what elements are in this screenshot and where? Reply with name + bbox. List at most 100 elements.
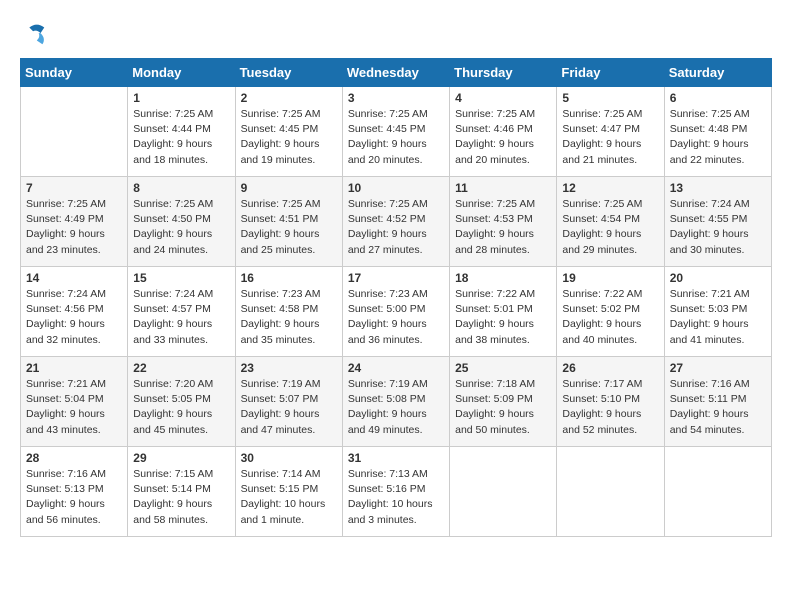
calendar-week-row: 28 Sunrise: 7:16 AM Sunset: 5:13 PM Dayli… <box>21 447 772 537</box>
day-header-thursday: Thursday <box>450 59 557 87</box>
calendar-cell: 9 Sunrise: 7:25 AM Sunset: 4:51 PM Daylig… <box>235 177 342 267</box>
cell-content: Sunrise: 7:23 AM Sunset: 4:58 PM Dayligh… <box>241 287 337 348</box>
calendar-cell: 27 Sunrise: 7:16 AM Sunset: 5:11 PM Dayli… <box>664 357 771 447</box>
cell-content: Sunrise: 7:25 AM Sunset: 4:51 PM Dayligh… <box>241 197 337 258</box>
calendar-week-row: 14 Sunrise: 7:24 AM Sunset: 4:56 PM Dayli… <box>21 267 772 357</box>
cell-content: Sunrise: 7:25 AM Sunset: 4:47 PM Dayligh… <box>562 107 658 168</box>
day-number: 16 <box>241 271 337 285</box>
cell-content: Sunrise: 7:20 AM Sunset: 5:05 PM Dayligh… <box>133 377 229 438</box>
day-header-monday: Monday <box>128 59 235 87</box>
calendar-cell: 3 Sunrise: 7:25 AM Sunset: 4:45 PM Daylig… <box>342 87 449 177</box>
cell-content: Sunrise: 7:25 AM Sunset: 4:46 PM Dayligh… <box>455 107 551 168</box>
calendar-cell: 1 Sunrise: 7:25 AM Sunset: 4:44 PM Daylig… <box>128 87 235 177</box>
cell-content: Sunrise: 7:24 AM Sunset: 4:57 PM Dayligh… <box>133 287 229 348</box>
cell-content: Sunrise: 7:25 AM Sunset: 4:49 PM Dayligh… <box>26 197 122 258</box>
calendar-cell: 4 Sunrise: 7:25 AM Sunset: 4:46 PM Daylig… <box>450 87 557 177</box>
day-header-wednesday: Wednesday <box>342 59 449 87</box>
calendar-cell: 17Sunrise: 7:23 AM Sunset: 5:00 PM Dayli… <box>342 267 449 357</box>
cell-content: Sunrise: 7:25 AM Sunset: 4:54 PM Dayligh… <box>562 197 658 258</box>
calendar-cell: 28 Sunrise: 7:16 AM Sunset: 5:13 PM Dayli… <box>21 447 128 537</box>
day-number: 10 <box>348 181 444 195</box>
cell-content: Sunrise: 7:25 AM Sunset: 4:44 PM Dayligh… <box>133 107 229 168</box>
calendar-cell <box>450 447 557 537</box>
cell-content: Sunrise: 7:14 AM Sunset: 5:15 PM Dayligh… <box>241 467 337 528</box>
cell-content: Sunrise: 7:25 AM Sunset: 4:45 PM Dayligh… <box>241 107 337 168</box>
day-number: 4 <box>455 91 551 105</box>
cell-content: Sunrise: 7:24 AM Sunset: 4:55 PM Dayligh… <box>670 197 766 258</box>
calendar-cell: 16 Sunrise: 7:23 AM Sunset: 4:58 PM Dayli… <box>235 267 342 357</box>
day-number: 1 <box>133 91 229 105</box>
logo <box>20 20 52 48</box>
cell-content: Sunrise: 7:16 AM Sunset: 5:11 PM Dayligh… <box>670 377 766 438</box>
day-number: 23 <box>241 361 337 375</box>
day-number: 8 <box>133 181 229 195</box>
day-number: 28 <box>26 451 122 465</box>
calendar-week-row: 1 Sunrise: 7:25 AM Sunset: 4:44 PM Daylig… <box>21 87 772 177</box>
cell-content: Sunrise: 7:21 AM Sunset: 5:03 PM Dayligh… <box>670 287 766 348</box>
cell-content: Sunrise: 7:18 AM Sunset: 5:09 PM Dayligh… <box>455 377 551 438</box>
calendar-cell: 31 Sunrise: 7:13 AM Sunset: 5:16 PM Dayli… <box>342 447 449 537</box>
logo-icon <box>20 20 48 48</box>
calendar-cell: 11 Sunrise: 7:25 AM Sunset: 4:53 PM Dayli… <box>450 177 557 267</box>
calendar-cell: 15 Sunrise: 7:24 AM Sunset: 4:57 PM Dayli… <box>128 267 235 357</box>
day-number: 12 <box>562 181 658 195</box>
day-number: 27 <box>670 361 766 375</box>
calendar-cell: 10 Sunrise: 7:25 AM Sunset: 4:52 PM Dayli… <box>342 177 449 267</box>
day-number: 24 <box>348 361 444 375</box>
day-number: 19 <box>562 271 658 285</box>
calendar-cell: 26 Sunrise: 7:17 AM Sunset: 5:10 PM Dayli… <box>557 357 664 447</box>
calendar-cell: 8 Sunrise: 7:25 AM Sunset: 4:50 PM Daylig… <box>128 177 235 267</box>
cell-content: Sunrise: 7:17 AM Sunset: 5:10 PM Dayligh… <box>562 377 658 438</box>
calendar-cell: 24Sunrise: 7:19 AM Sunset: 5:08 PM Dayli… <box>342 357 449 447</box>
cell-content: Sunrise: 7:25 AM Sunset: 4:48 PM Dayligh… <box>670 107 766 168</box>
cell-content: Sunrise: 7:13 AM Sunset: 5:16 PM Dayligh… <box>348 467 444 528</box>
day-number: 31 <box>348 451 444 465</box>
calendar-cell <box>21 87 128 177</box>
day-number: 22 <box>133 361 229 375</box>
calendar-cell: 21 Sunrise: 7:21 AM Sunset: 5:04 PM Dayli… <box>21 357 128 447</box>
day-number: 17 <box>348 271 444 285</box>
cell-content: Sunrise: 7:25 AM Sunset: 4:45 PM Dayligh… <box>348 107 444 168</box>
calendar-cell: 7 Sunrise: 7:25 AM Sunset: 4:49 PM Daylig… <box>21 177 128 267</box>
day-number: 26 <box>562 361 658 375</box>
cell-content: Sunrise: 7:15 AM Sunset: 5:14 PM Dayligh… <box>133 467 229 528</box>
day-number: 29 <box>133 451 229 465</box>
day-header-saturday: Saturday <box>664 59 771 87</box>
calendar: SundayMondayTuesdayWednesdayThursdayFrid… <box>20 58 772 537</box>
calendar-cell: 2 Sunrise: 7:25 AM Sunset: 4:45 PM Daylig… <box>235 87 342 177</box>
header <box>20 20 772 48</box>
cell-content: Sunrise: 7:25 AM Sunset: 4:53 PM Dayligh… <box>455 197 551 258</box>
calendar-cell: 19 Sunrise: 7:22 AM Sunset: 5:02 PM Dayli… <box>557 267 664 357</box>
cell-content: Sunrise: 7:19 AM Sunset: 5:07 PM Dayligh… <box>241 377 337 438</box>
day-number: 5 <box>562 91 658 105</box>
calendar-cell: 12 Sunrise: 7:25 AM Sunset: 4:54 PM Dayli… <box>557 177 664 267</box>
day-number: 2 <box>241 91 337 105</box>
calendar-cell: 6Sunrise: 7:25 AM Sunset: 4:48 PM Daylig… <box>664 87 771 177</box>
calendar-cell: 5 Sunrise: 7:25 AM Sunset: 4:47 PM Daylig… <box>557 87 664 177</box>
cell-content: Sunrise: 7:25 AM Sunset: 4:50 PM Dayligh… <box>133 197 229 258</box>
calendar-cell: 14 Sunrise: 7:24 AM Sunset: 4:56 PM Dayli… <box>21 267 128 357</box>
calendar-cell <box>557 447 664 537</box>
calendar-cell: 25 Sunrise: 7:18 AM Sunset: 5:09 PM Dayli… <box>450 357 557 447</box>
day-number: 11 <box>455 181 551 195</box>
day-number: 14 <box>26 271 122 285</box>
calendar-cell: 18Sunrise: 7:22 AM Sunset: 5:01 PM Dayli… <box>450 267 557 357</box>
cell-content: Sunrise: 7:25 AM Sunset: 4:52 PM Dayligh… <box>348 197 444 258</box>
cell-content: Sunrise: 7:21 AM Sunset: 5:04 PM Dayligh… <box>26 377 122 438</box>
day-number: 25 <box>455 361 551 375</box>
day-number: 9 <box>241 181 337 195</box>
day-header-sunday: Sunday <box>21 59 128 87</box>
day-header-tuesday: Tuesday <box>235 59 342 87</box>
day-number: 3 <box>348 91 444 105</box>
cell-content: Sunrise: 7:16 AM Sunset: 5:13 PM Dayligh… <box>26 467 122 528</box>
calendar-cell: 30Sunrise: 7:14 AM Sunset: 5:15 PM Dayli… <box>235 447 342 537</box>
calendar-cell: 20Sunrise: 7:21 AM Sunset: 5:03 PM Dayli… <box>664 267 771 357</box>
day-number: 7 <box>26 181 122 195</box>
calendar-cell: 22 Sunrise: 7:20 AM Sunset: 5:05 PM Dayli… <box>128 357 235 447</box>
cell-content: Sunrise: 7:24 AM Sunset: 4:56 PM Dayligh… <box>26 287 122 348</box>
calendar-cell: 29 Sunrise: 7:15 AM Sunset: 5:14 PM Dayli… <box>128 447 235 537</box>
cell-content: Sunrise: 7:22 AM Sunset: 5:02 PM Dayligh… <box>562 287 658 348</box>
calendar-week-row: 7 Sunrise: 7:25 AM Sunset: 4:49 PM Daylig… <box>21 177 772 267</box>
day-number: 21 <box>26 361 122 375</box>
day-number: 15 <box>133 271 229 285</box>
